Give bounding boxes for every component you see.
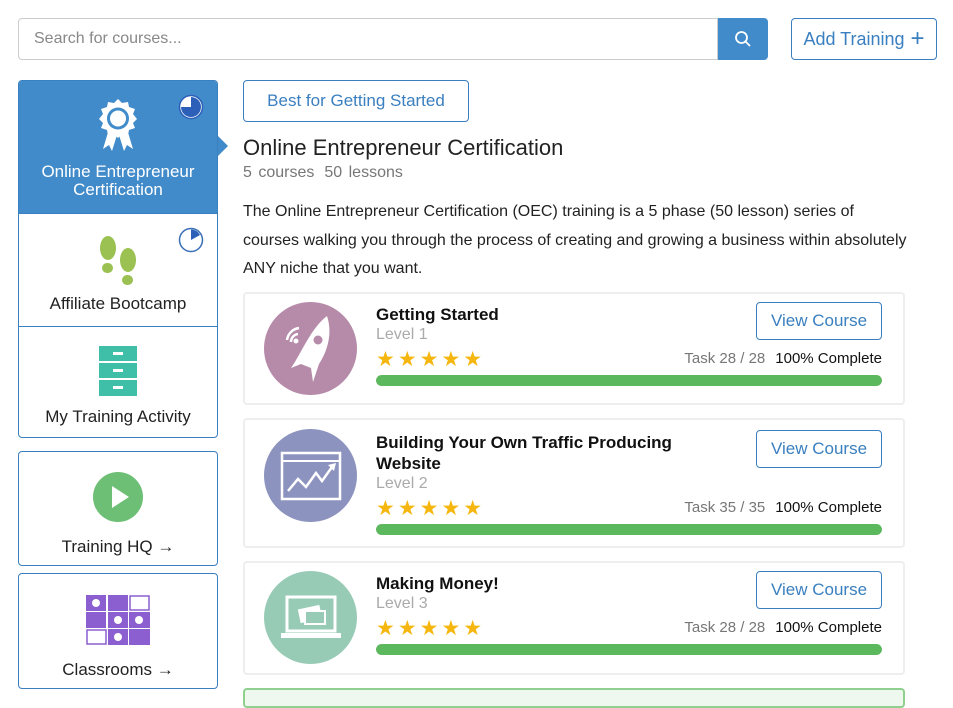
add-training-label: Add Training [803, 28, 905, 49]
search-icon [735, 31, 751, 47]
task-progress: Task 28 / 28 100% Complete [684, 350, 882, 367]
sidebar-item-label: My Training Activity [45, 407, 191, 426]
star-rating: ★★★★★ [376, 348, 486, 371]
progress-bar [376, 375, 882, 386]
sidebar-item-affiliate-bootcamp[interactable]: Affiliate Bootcamp [19, 213, 217, 326]
task-count: Task 35 / 35 [684, 499, 766, 516]
course-level: Level 3 [376, 595, 428, 612]
view-course-button[interactable]: View Course [756, 430, 882, 468]
lesson-count: 50 lessons [324, 164, 403, 181]
task-progress: Task 35 / 35 100% Complete [684, 499, 882, 516]
course-level: Level 1 [376, 326, 428, 343]
course-count: 5 courses [243, 164, 315, 181]
percent-complete: 100% Complete [775, 350, 882, 367]
task-count: Task 28 / 28 [684, 619, 766, 636]
classroom-grid-icon [86, 595, 150, 645]
course-title: Getting Started [376, 305, 499, 324]
file-cabinet-icon [99, 346, 137, 396]
classrooms-label: Classrooms → [62, 660, 174, 679]
course-card-partial [243, 688, 905, 708]
star-rating: ★★★★★ [376, 617, 486, 640]
sidebar-item-my-training-activity[interactable]: My Training Activity [19, 326, 217, 437]
sidebar-item-label: Affiliate Bootcamp [49, 294, 187, 313]
course-card: Getting Started Level 1 ★★★★★ View Cours… [243, 292, 905, 405]
award-ribbon-icon [99, 99, 137, 151]
progress-pie-icon [178, 227, 204, 253]
footprints-icon [100, 236, 136, 285]
view-course-button[interactable]: View Course [756, 302, 882, 340]
search-input[interactable] [18, 18, 718, 60]
progress-pie-icon [178, 94, 204, 120]
play-icon [93, 472, 143, 522]
training-hq-link[interactable]: Training HQ → [18, 451, 218, 566]
percent-complete: 100% Complete [775, 619, 882, 636]
classrooms-link[interactable]: Classrooms → [18, 573, 218, 689]
best-for-getting-started-tag[interactable]: Best for Getting Started [243, 80, 469, 122]
task-progress: Task 28 / 28 100% Complete [684, 619, 882, 636]
view-course-button[interactable]: View Course [756, 571, 882, 609]
description: The Online Entrepreneur Certification (O… [243, 203, 907, 277]
page-title: Online Entrepreneur Certification [243, 135, 564, 160]
sidebar-item-oec[interactable]: Online Entrepreneur Certification [19, 81, 217, 213]
star-rating: ★★★★★ [376, 497, 486, 520]
percent-complete: 100% Complete [775, 499, 882, 516]
progress-bar [376, 644, 882, 655]
course-card: Making Money! Level 3 ★★★★★ View Course … [243, 561, 905, 675]
search-button[interactable] [718, 18, 768, 60]
plus-icon: + [910, 25, 925, 52]
progress-bar-fill [376, 644, 882, 655]
progress-bar-fill [376, 524, 882, 535]
sidebar-nav: Online Entrepreneur Certification Affili… [18, 80, 218, 438]
course-title: Building Your Own Traffic Producing Webs… [376, 433, 672, 473]
active-pointer [218, 136, 228, 156]
website-chart-icon [264, 429, 357, 522]
sidebar-item-label: Online Entrepreneur Certification [41, 162, 195, 199]
add-training-button[interactable]: Add Training + [791, 18, 937, 60]
progress-bar-fill [376, 375, 882, 386]
course-counts: 5 courses 50 lessons [243, 164, 413, 182]
laptop-payment-icon [264, 571, 357, 664]
training-hq-label: Training HQ → [61, 537, 175, 556]
rocket-icon [264, 302, 357, 395]
task-count: Task 28 / 28 [684, 350, 766, 367]
course-card: Building Your Own Traffic Producing Webs… [243, 418, 905, 548]
course-title: Making Money! [376, 574, 499, 593]
progress-bar [376, 524, 882, 535]
course-level: Level 2 [376, 475, 428, 492]
